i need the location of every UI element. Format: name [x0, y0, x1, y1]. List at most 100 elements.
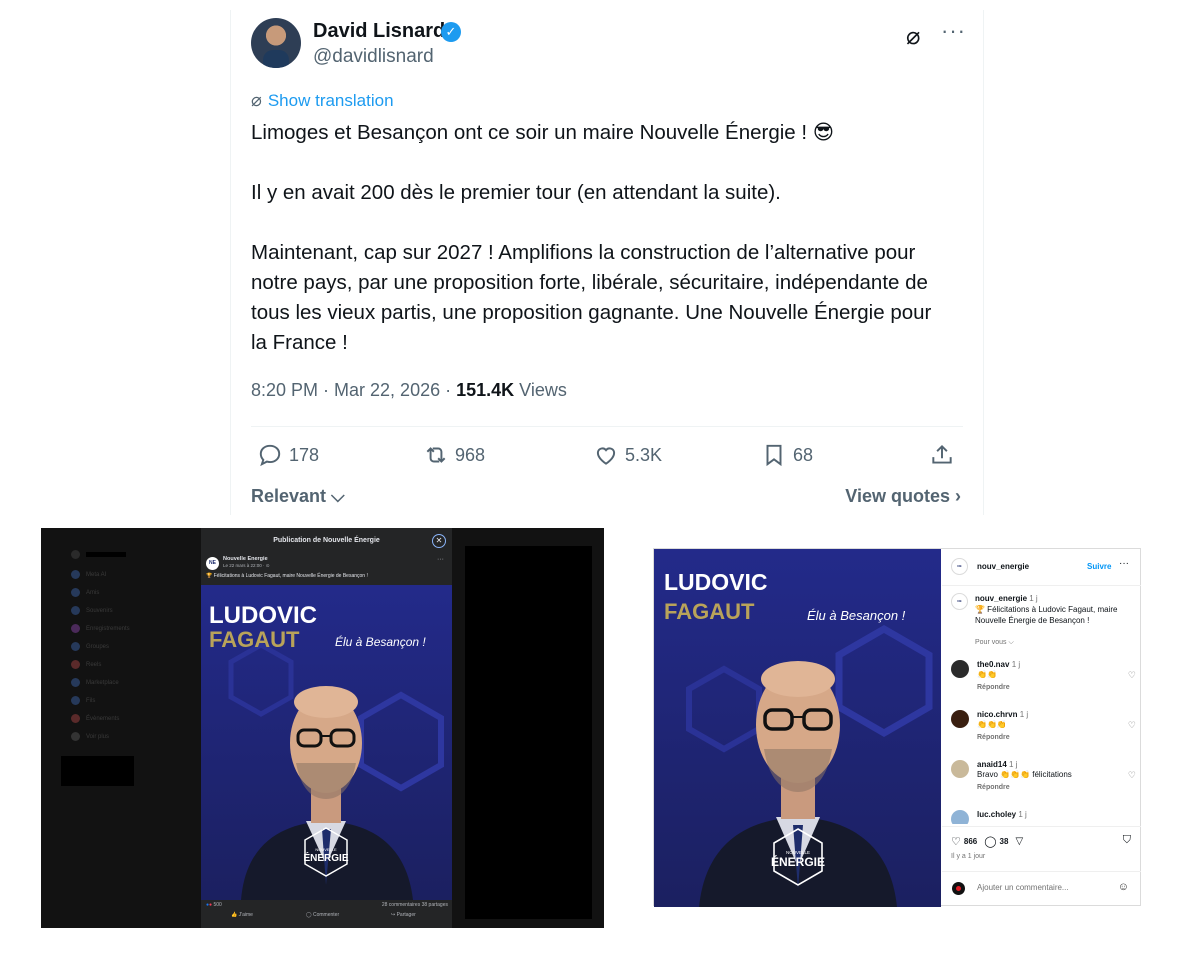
account-username[interactable]: nouv_energie: [977, 562, 1029, 571]
poster-brand-bottom: ÉNERGIE: [303, 851, 348, 864]
reaction-summary[interactable]: ●● 500: [206, 902, 222, 908]
author-handle[interactable]: @davidlisnard: [313, 46, 434, 68]
page-avatar[interactable]: NE: [206, 557, 219, 570]
redacted-block: [61, 756, 134, 786]
share-button[interactable]: [929, 442, 955, 468]
engagement-counts[interactable]: 28 commentaires 38 partages: [382, 902, 448, 908]
instagram-screenshot: LUDOVIC FAGAUT Élu à Besançon ! NOUVELLE…: [653, 548, 1141, 907]
commenter-avatar[interactable]: [951, 810, 969, 824]
sidebar-item-marketplace[interactable]: Marketplace: [71, 678, 119, 687]
heart-icon[interactable]: ♡: [1128, 720, 1136, 731]
sidebar-item-friends[interactable]: Amis: [71, 588, 99, 597]
view-quotes-link[interactable]: View quotes ›: [845, 486, 961, 507]
caption-username[interactable]: nouv_energie: [975, 594, 1027, 603]
comment-text: Bravo 👏👏👏 félicitations: [977, 770, 1072, 779]
sidebar-item-reels[interactable]: Reels: [71, 660, 101, 669]
show-translation-label: Show translation: [267, 91, 394, 110]
send-icon[interactable]: ▽: [1015, 836, 1023, 847]
sidebar-item-meta-ai[interactable]: Meta AI: [71, 570, 106, 579]
comment-button[interactable]: ◯ Commenter: [306, 912, 339, 918]
reply-button[interactable]: Répondre: [977, 784, 1010, 791]
views-label: Views: [514, 380, 567, 400]
sidebar-item-events[interactable]: Évènements: [71, 714, 119, 723]
redacted-block: [465, 546, 592, 919]
bookmark-icon[interactable]: ⛉: [1123, 834, 1131, 847]
heart-icon[interactable]: ♡: [1128, 770, 1136, 781]
poster-brand-top: NOUVELLE: [315, 847, 337, 852]
like-button[interactable]: 👍 J'aime: [231, 912, 253, 918]
poster-first-name: LUDOVIC: [664, 569, 768, 595]
reply-button[interactable]: Répondre: [977, 734, 1010, 741]
comment-label: Commenter: [313, 912, 340, 918]
emoji-icon[interactable]: ☺: [1118, 881, 1129, 893]
sidebar-item-saved[interactable]: Enregistrements: [71, 624, 130, 633]
tweet-paragraph: Limoges et Besançon ont ce soir un maire…: [251, 121, 835, 144]
divider: [942, 585, 1141, 586]
comment-item: nico.chrvn 1 j 👏👏👏 Répondre ♡: [951, 710, 1136, 750]
facebook-sidebar: Meta AI Amis Souvenirs Enregistrements G…: [41, 528, 201, 928]
campaign-poster-image[interactable]: LUDOVIC FAGAUT Élu à Besançon ! NOUVELLE…: [201, 585, 452, 900]
view-quotes-label: View quotes: [845, 486, 950, 506]
caption-time: 1 j: [1029, 594, 1038, 603]
views-count: 151.4K: [456, 380, 515, 400]
campaign-poster-image[interactable]: LUDOVIC FAGAUT Élu à Besançon ! NOUVELLE…: [654, 549, 941, 907]
sidebar-item-memories[interactable]: Souvenirs: [71, 606, 113, 615]
tweet-text: Limoges et Besançon ont ce soir un maire…: [251, 118, 951, 388]
comment-sort-dropdown[interactable]: Pour vous ⌵: [975, 639, 1014, 647]
commenter-username[interactable]: luc.choley: [977, 810, 1016, 819]
comment-icon[interactable]: ◯: [984, 835, 996, 848]
author-name[interactable]: David Lisnard: [313, 20, 445, 43]
like-button[interactable]: 5.3K: [593, 442, 662, 468]
commenter-avatar[interactable]: [951, 760, 969, 778]
more-options-icon[interactable]: ···: [941, 18, 966, 44]
follow-button[interactable]: Suivre: [1087, 562, 1111, 571]
commenter-username[interactable]: nico.chrvn: [977, 710, 1017, 719]
poster-tagline: Élu à Besançon !: [335, 634, 426, 649]
reply-button[interactable]: 178: [257, 442, 319, 468]
heart-icon[interactable]: ♡: [951, 835, 961, 848]
sidebar-item-see-more[interactable]: Voir plus: [71, 732, 109, 741]
repost-button[interactable]: 968: [423, 442, 485, 468]
tweet-paragraph: Il y en avait 200 dès le premier tour (e…: [251, 181, 781, 204]
commenter-avatar[interactable]: [951, 710, 969, 728]
commenter-username[interactable]: anaid14: [977, 760, 1007, 769]
repost-count: 968: [455, 444, 486, 465]
more-options-icon[interactable]: ···: [437, 556, 444, 563]
sort-relevant-dropdown[interactable]: Relevant ⌵: [251, 486, 345, 507]
comment-time: 1 j: [1009, 760, 1018, 769]
commenter-avatar[interactable]: [951, 660, 969, 678]
bookmark-count: 68: [793, 444, 814, 465]
sidebar-item-groups[interactable]: Groupes: [71, 642, 109, 651]
reply-button[interactable]: Répondre: [977, 684, 1010, 691]
bookmark-icon: [766, 444, 782, 467]
divider: [251, 426, 963, 427]
bookmark-button[interactable]: 68: [761, 442, 813, 468]
page-name[interactable]: Nouvelle Energie: [223, 556, 268, 562]
heart-icon[interactable]: ♡: [1128, 670, 1136, 681]
instagram-side-panel: NE nouv_energie Suivre ··· NE nouv_energ…: [942, 549, 1141, 905]
poster-brand-bottom: ÉNERGIE: [771, 854, 825, 869]
post-age: Il y a 1 jour: [951, 853, 986, 860]
account-avatar[interactable]: NE: [951, 558, 968, 575]
comment-input[interactable]: Ajouter un commentaire...: [977, 883, 1069, 892]
grok-icon[interactable]: ⌀: [906, 22, 920, 51]
share-button[interactable]: ↪ Partager: [391, 912, 416, 918]
close-icon[interactable]: ✕: [432, 534, 446, 548]
author-avatar[interactable]: [251, 18, 301, 68]
like-count: 866: [963, 837, 978, 846]
comment-text: 👏👏: [977, 670, 997, 679]
post-date[interactable]: Le 22 mars à 22:00 · ⊙: [223, 563, 270, 569]
facebook-screenshot: Meta AI Amis Souvenirs Enregistrements G…: [41, 528, 604, 928]
tweet-timestamp[interactable]: 8:20 PM · Mar 22, 2026 ·: [251, 380, 456, 400]
current-user-avatar: [952, 882, 965, 895]
commenter-username[interactable]: the0.nav: [977, 660, 1009, 669]
more-options-icon[interactable]: ···: [1119, 558, 1129, 569]
post-text: 🏆 Félicitations à Ludovic Fagaut, maire …: [206, 573, 368, 579]
caption-avatar[interactable]: NE: [951, 593, 968, 610]
show-translation-link[interactable]: ⌀ Show translation: [251, 90, 394, 111]
modal-title: Publication de Nouvelle Énergie: [273, 537, 380, 544]
chevron-down-icon: ⌵: [326, 486, 345, 506]
sidebar-profile[interactable]: [71, 550, 126, 559]
comment-item: anaid14 1 j Bravo 👏👏👏 félicitations Répo…: [951, 760, 1136, 800]
sidebar-item-feeds[interactable]: Fils: [71, 696, 95, 705]
